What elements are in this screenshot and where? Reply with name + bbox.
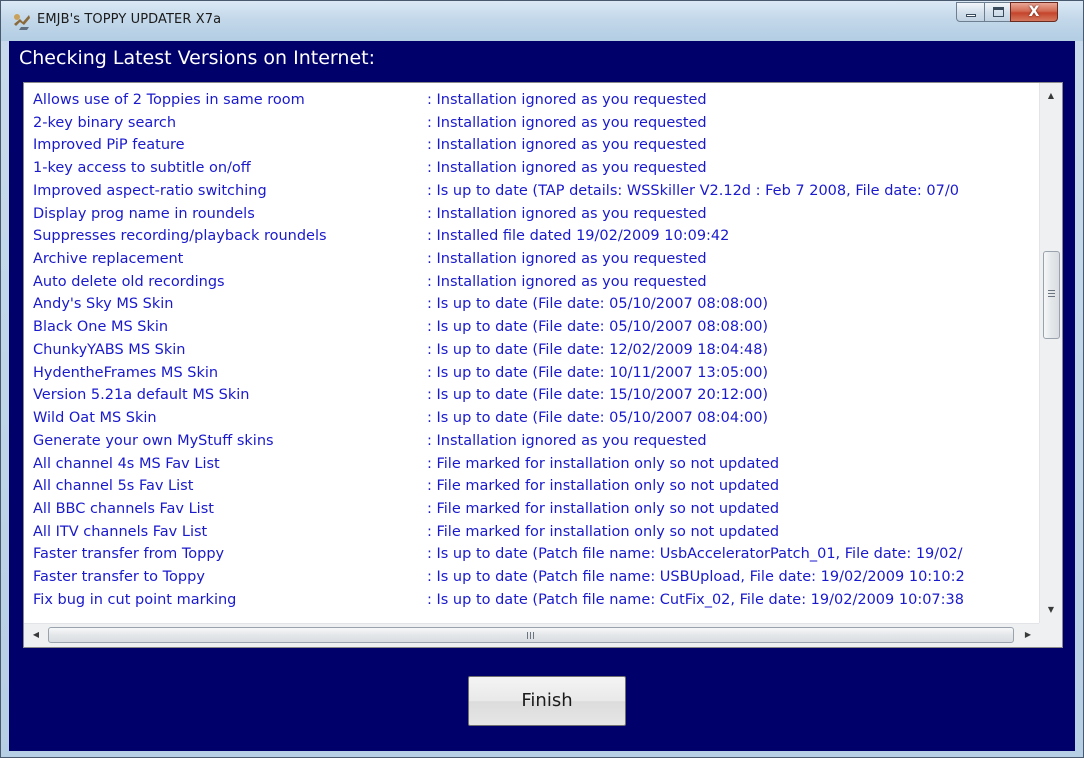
scrollbar-corner	[1039, 623, 1062, 647]
item-name: All channel 4s MS Fav List	[33, 455, 220, 472]
list-item[interactable]: 1-key access to subtitle on/off : Install…	[24, 157, 1039, 180]
list-item[interactable]: Allows use of 2 Toppies in same room : In…	[24, 89, 1039, 112]
item-status: : Is up to date (File date: 05/10/2007 0…	[427, 319, 769, 336]
list-item[interactable]: Archive replacement : Installation ignore…	[24, 248, 1039, 271]
item-status: : Installation ignored as you requested	[427, 432, 707, 449]
maximize-icon	[993, 7, 1004, 17]
item-name: Suppresses recording/playback roundels	[33, 228, 327, 245]
item-status: : Is up to date (File date: 05/10/2007 0…	[427, 296, 769, 313]
item-status: : Installation ignored as you requested	[427, 137, 707, 154]
item-status: : Is up to date (File date: 15/10/2007 2…	[427, 387, 769, 404]
item-status: : Is up to date (Patch file name: USBUpl…	[427, 569, 965, 586]
results-rows: Allows use of 2 Toppies in same room : In…	[24, 89, 1039, 609]
item-name: Archive replacement	[33, 251, 184, 268]
item-status: : Installation ignored as you requested	[427, 160, 707, 177]
item-status: : File marked for installation only so n…	[427, 500, 780, 517]
item-name: Black One MS Skin	[33, 319, 169, 336]
list-item[interactable]: Faster transfer from Toppy : Is up to dat…	[24, 543, 1039, 566]
results-list[interactable]: Allows use of 2 Toppies in same room : In…	[23, 82, 1063, 648]
item-status: : Is up to date (File date: 12/02/2009 1…	[427, 341, 769, 358]
item-name: Generate your own MyStuff skins	[33, 432, 274, 449]
list-item[interactable]: Improved PiP feature : Installation ignor…	[24, 134, 1039, 157]
list-item[interactable]: Generate your own MyStuff skins : Install…	[24, 430, 1039, 453]
list-item[interactable]: All ITV channels Fav List : File marked f…	[24, 521, 1039, 544]
main-panel: Checking Latest Versions on Internet: Al…	[9, 41, 1075, 751]
maximize-button[interactable]	[984, 2, 1011, 22]
item-status: : Installation ignored as you requested	[427, 251, 707, 268]
vertical-scrollbar[interactable]: ▲ ▼	[1039, 83, 1062, 623]
horizontal-scroll-thumb[interactable]	[48, 627, 1014, 643]
item-status: : Installation ignored as you requested	[427, 273, 707, 290]
list-item[interactable]: Black One MS Skin : Is up to date (File d…	[24, 316, 1039, 339]
item-name: HydentheFrames MS Skin	[33, 364, 219, 381]
item-status: : Is up to date (File date: 05/10/2007 0…	[427, 410, 769, 427]
close-button[interactable]: X	[1010, 2, 1058, 22]
list-item[interactable]: ChunkyYABS MS Skin : Is up to date (File …	[24, 339, 1039, 362]
app-icon	[14, 14, 30, 30]
item-status: : Is up to date (Patch file name: UsbAcc…	[427, 546, 963, 563]
list-item[interactable]: Fix bug in cut point marking : Is up to d…	[24, 589, 1039, 609]
item-status: : Installation ignored as you requested	[427, 114, 707, 131]
scroll-down-icon[interactable]: ▼	[1040, 601, 1062, 619]
window-title: EMJB's TOPPY UPDATER X7a	[37, 12, 222, 27]
item-name: Allows use of 2 Toppies in same room	[33, 92, 305, 108]
list-item[interactable]: Auto delete old recordings : Installation…	[24, 271, 1039, 294]
vertical-scroll-thumb[interactable]	[1043, 251, 1060, 339]
page-title: Checking Latest Versions on Internet:	[19, 47, 375, 69]
title-bar[interactable]: EMJB's TOPPY UPDATER X7a X	[1, 1, 1083, 41]
close-icon: X	[1028, 4, 1040, 20]
item-name: Version 5.21a default MS Skin	[33, 387, 250, 404]
list-item[interactable]: Wild Oat MS Skin : Is up to date (File da…	[24, 407, 1039, 430]
item-name: 1-key access to subtitle on/off	[33, 160, 251, 177]
item-name: Auto delete old recordings	[33, 273, 225, 290]
list-item[interactable]: Display prog name in roundels : Installat…	[24, 203, 1039, 226]
item-status: : File marked for installation only so n…	[427, 478, 780, 495]
list-item[interactable]: Andy's Sky MS Skin : Is up to date (File …	[24, 293, 1039, 316]
list-item[interactable]: All BBC channels Fav List : File marked f…	[24, 498, 1039, 521]
minimize-icon	[966, 14, 976, 17]
scroll-up-icon[interactable]: ▲	[1040, 87, 1062, 105]
item-name: Wild Oat MS Skin	[33, 410, 157, 427]
item-name: Display prog name in roundels	[33, 205, 255, 222]
grip-icon	[527, 632, 536, 639]
scroll-right-icon[interactable]: ▶	[1018, 626, 1038, 644]
item-name: ChunkyYABS MS Skin	[33, 341, 186, 358]
item-name: Faster transfer from Toppy	[33, 546, 225, 563]
scroll-left-icon[interactable]: ◀	[26, 626, 46, 644]
list-item[interactable]: Suppresses recording/playback roundels : …	[24, 225, 1039, 248]
horizontal-scrollbar[interactable]: ◀ ▶	[24, 623, 1062, 647]
minimize-button[interactable]	[956, 2, 985, 22]
item-name: All ITV channels Fav List	[33, 523, 208, 540]
item-status: : Installation ignored as you requested	[427, 205, 707, 222]
grip-icon	[1048, 290, 1055, 299]
app-window: EMJB's TOPPY UPDATER X7a X Checking Late…	[0, 0, 1084, 758]
list-item[interactable]: Improved aspect-ratio switching : Is up t…	[24, 180, 1039, 203]
item-name: Andy's Sky MS Skin	[33, 296, 174, 313]
list-item[interactable]: 2-key binary search : Installation ignore…	[24, 112, 1039, 135]
item-name: All channel 5s Fav List	[33, 478, 194, 495]
list-item[interactable]: HydentheFrames MS Skin : Is up to date (F…	[24, 362, 1039, 385]
item-status: : Is up to date (TAP details: WSSkiller …	[427, 182, 959, 199]
finish-button[interactable]: Finish	[468, 676, 626, 726]
list-item[interactable]: Faster transfer to Toppy : Is up to date …	[24, 566, 1039, 589]
item-status: : Installation ignored as you requested	[427, 92, 707, 108]
item-name: 2-key binary search	[33, 114, 177, 131]
item-status: : File marked for installation only so n…	[427, 455, 780, 472]
item-status: : Installed file dated 19/02/2009 10:09:…	[427, 228, 730, 245]
item-status: : Is up to date (Patch file name: CutFix…	[427, 591, 964, 608]
list-item[interactable]: All channel 5s Fav List : File marked for…	[24, 475, 1039, 498]
item-name: All BBC channels Fav List	[33, 500, 214, 517]
list-item[interactable]: All channel 4s MS Fav List : File marked …	[24, 453, 1039, 476]
item-name: Improved PiP feature	[33, 137, 185, 154]
item-name: Faster transfer to Toppy	[33, 569, 205, 586]
item-status: : File marked for installation only so n…	[427, 523, 780, 540]
item-status: : Is up to date (File date: 10/11/2007 1…	[427, 364, 769, 381]
item-name: Improved aspect-ratio switching	[33, 182, 267, 199]
list-item[interactable]: Version 5.21a default MS Skin : Is up to …	[24, 384, 1039, 407]
item-name: Fix bug in cut point marking	[33, 591, 237, 608]
